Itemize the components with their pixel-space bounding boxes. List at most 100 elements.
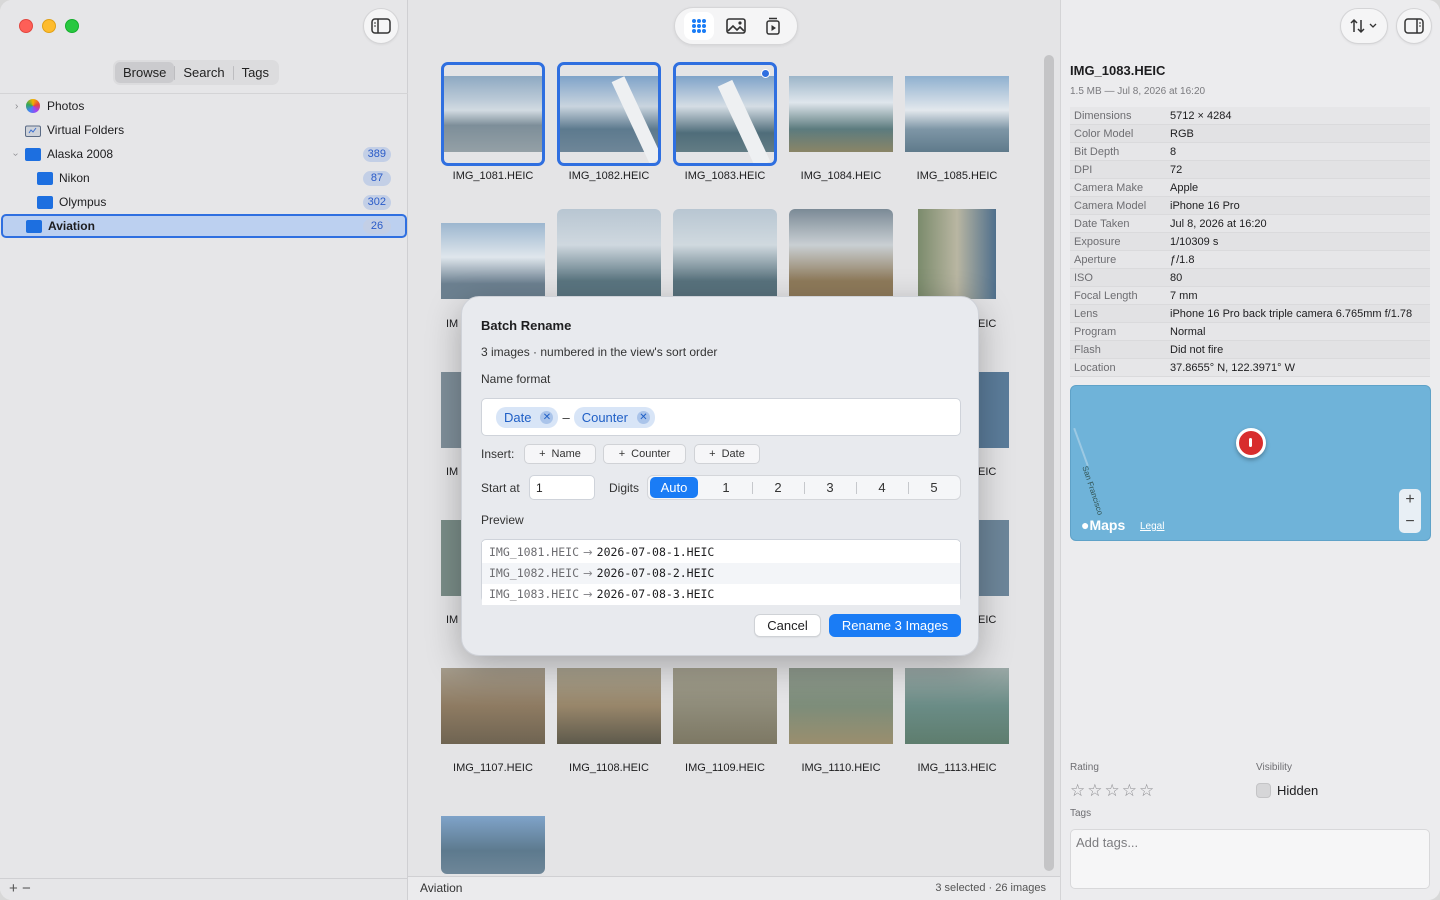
metadata-table: Dimensions 5712 × 4284 Color Model RGB Bit D… xyxy=(1070,107,1430,377)
tree-item-label: Virtual Folders xyxy=(47,123,125,137)
grid-view-button[interactable] xyxy=(684,12,715,40)
token-date[interactable]: Date ✕ xyxy=(496,406,559,428)
old-filename: IMG_1081.HEIC xyxy=(489,545,580,559)
thumbnail[interactable] xyxy=(441,358,463,462)
sort-menu-button[interactable] xyxy=(1340,8,1388,44)
hidden-checkbox[interactable] xyxy=(1256,783,1271,798)
slideshow-button[interactable] xyxy=(758,12,788,40)
tab-tags[interactable]: Tags xyxy=(234,62,277,83)
thumbnail[interactable] xyxy=(978,358,1009,462)
metadata-value: 8 xyxy=(1170,146,1177,158)
chevron-down-icon[interactable]: › xyxy=(10,152,21,155)
star-rating[interactable]: ☆☆☆☆☆ xyxy=(1070,781,1156,801)
thumbnail-img-1081[interactable] xyxy=(441,62,545,166)
tree-item-olympus[interactable]: Olympus 302 xyxy=(0,190,408,214)
name-format-field[interactable]: Date ✕ – Counter ✕ xyxy=(481,398,961,436)
thumbnail[interactable] xyxy=(978,506,1009,610)
status-bar: Aviation 3 selected · 26 images xyxy=(408,876,1060,900)
token-counter[interactable]: Counter ✕ xyxy=(573,406,655,428)
tree-item-label: Alaska 2008 xyxy=(47,147,114,161)
digits-option-auto[interactable]: Auto xyxy=(650,477,698,498)
remove-source-button[interactable]: − xyxy=(22,880,31,897)
photo-thumbnail xyxy=(441,816,545,874)
thumbnail-caption: IMG_1082.HEIC xyxy=(568,170,650,182)
remove-token-icon[interactable]: ✕ xyxy=(636,410,650,424)
folder-icon xyxy=(25,148,41,161)
digits-option-2[interactable]: 2 xyxy=(752,477,804,498)
plus-icon: + xyxy=(539,448,546,460)
thumbnail-img-1084[interactable] xyxy=(789,62,893,166)
slideshow-icon xyxy=(765,17,780,35)
tab-browse[interactable]: Browse xyxy=(115,62,175,83)
tree-item-photos[interactable]: › Photos xyxy=(0,94,408,118)
metadata-value: 5712 × 4284 xyxy=(1170,110,1232,122)
digits-option-3[interactable]: 3 xyxy=(804,477,856,498)
digits-option-4[interactable]: 4 xyxy=(856,477,908,498)
tab-search[interactable]: Search xyxy=(175,62,232,83)
close-window-button[interactable] xyxy=(19,19,33,33)
start-at-label: Start at xyxy=(481,481,520,495)
digits-option-5[interactable]: 5 xyxy=(908,477,960,498)
location-map[interactable]: San Francisco + − ●Maps Legal xyxy=(1070,385,1431,541)
grid-scrollbar[interactable] xyxy=(1044,55,1054,871)
insert-counter-button[interactable]: + Counter xyxy=(603,444,686,464)
old-filename: IMG_1082.HEIC xyxy=(489,566,580,580)
tree-item-virtual-folders[interactable]: Virtual Folders xyxy=(0,118,408,142)
metadata-key: Program xyxy=(1074,326,1117,338)
dialog-title: Batch Rename xyxy=(481,318,572,333)
tree-item-alaska-2008[interactable]: › Alaska 2008 389 xyxy=(0,142,408,166)
tree-item-nikon[interactable]: Nikon 87 xyxy=(0,166,408,190)
photo-thumbnail xyxy=(978,372,1009,448)
toggle-sidebar-button[interactable] xyxy=(363,8,399,44)
metadata-value: 37.8655° N, 122.3971° W xyxy=(1170,362,1295,374)
photo-thumbnail xyxy=(441,372,463,448)
tags-input[interactable]: Add tags... xyxy=(1070,829,1430,889)
metadata-value: Normal xyxy=(1170,326,1206,338)
selection-summary: 3 selected · 26 images xyxy=(935,882,1046,894)
cancel-button[interactable]: Cancel xyxy=(754,614,821,637)
tree-item-aviation[interactable]: Aviation 26 xyxy=(1,214,407,238)
photo-thumbnail xyxy=(441,520,463,596)
insert-name-button[interactable]: + Name xyxy=(524,444,596,464)
thumbnail-img-1107[interactable] xyxy=(441,654,545,758)
zoom-in-button[interactable]: + xyxy=(1399,489,1421,511)
token-label: Counter xyxy=(581,409,628,425)
thumbnail-img-1108[interactable] xyxy=(557,654,661,758)
thumbnail-img-1083[interactable] xyxy=(673,62,777,166)
new-filename: 2026-07-08-2.HEIC xyxy=(596,566,715,580)
thumbnail-caption: IMG_1085.HEIC xyxy=(916,170,998,182)
toggle-inspector-button[interactable] xyxy=(1396,8,1432,44)
thumbnail-img-1113[interactable] xyxy=(905,654,1009,758)
remove-token-icon[interactable]: ✕ xyxy=(540,410,554,424)
new-filename: 2026-07-08-1.HEIC xyxy=(596,545,715,559)
thumbnail-img-1082[interactable] xyxy=(557,62,661,166)
add-source-button[interactable]: + xyxy=(9,880,18,897)
maps-legal-link[interactable]: Legal xyxy=(1140,521,1164,532)
metadata-row: Focal Length 7 mm xyxy=(1070,287,1430,305)
thumbnail[interactable] xyxy=(441,506,463,610)
single-image-view-button[interactable] xyxy=(721,12,751,40)
token-separator: – xyxy=(562,409,570,425)
thumbnail-img-1085[interactable] xyxy=(905,62,1009,166)
photo-thumbnail xyxy=(441,223,545,299)
thumbnail-img-1110[interactable] xyxy=(789,654,893,758)
plus-icon: + xyxy=(709,448,716,460)
rename-images-button[interactable]: Rename 3 Images xyxy=(829,614,961,637)
metadata-key: Flash xyxy=(1074,344,1101,356)
metadata-value: iPhone 16 Pro xyxy=(1170,200,1240,212)
insert-date-button[interactable]: + Date xyxy=(694,444,760,464)
metadata-value: ƒ/1.8 xyxy=(1170,254,1195,266)
start-at-field[interactable]: 1 xyxy=(529,475,595,500)
thumbnail[interactable] xyxy=(441,802,545,874)
minimize-window-button[interactable] xyxy=(42,19,56,33)
new-filename: 2026-07-08-3.HEIC xyxy=(596,587,715,601)
zoom-window-button[interactable] xyxy=(65,19,79,33)
source-tree: › Photos Virtual Folders › Alaska 2008 3… xyxy=(0,93,408,238)
count-badge: 87 xyxy=(363,170,391,186)
zoom-out-button[interactable]: − xyxy=(1399,511,1421,533)
chevron-right-icon[interactable]: › xyxy=(15,101,18,112)
thumbnail-img-1109[interactable] xyxy=(673,654,777,758)
metadata-key: Color Model xyxy=(1074,128,1134,140)
digits-option-1[interactable]: 1 xyxy=(700,477,752,498)
maps-logo-text: Maps xyxy=(1089,517,1126,533)
